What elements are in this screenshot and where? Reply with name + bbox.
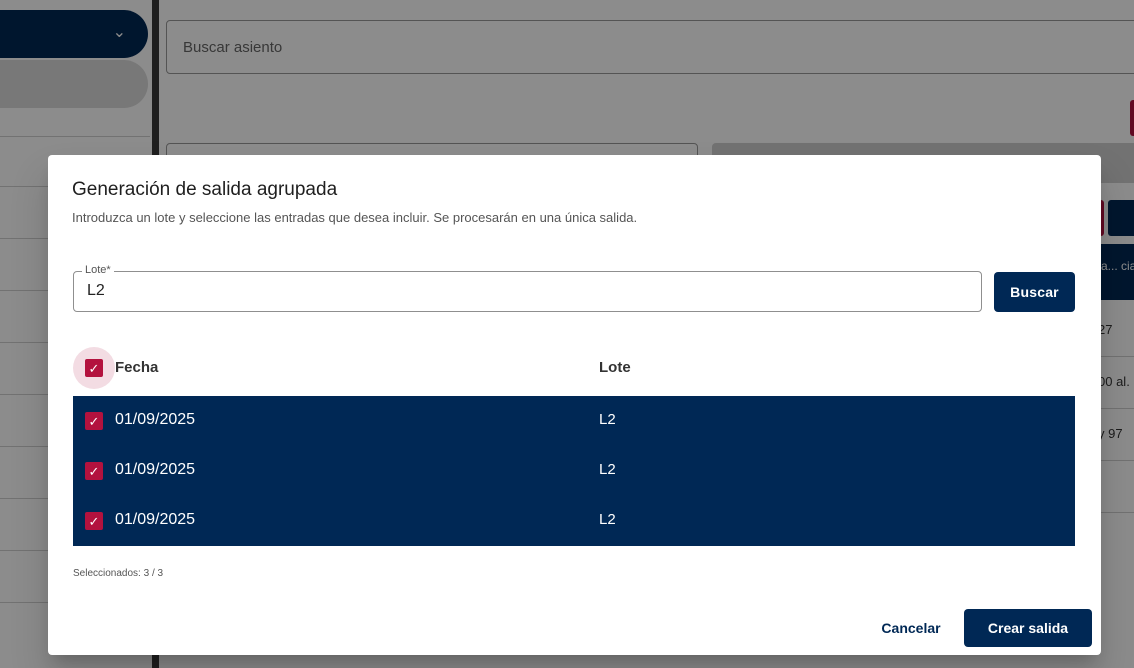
cell-fecha: 01/09/2025 — [115, 511, 196, 528]
create-exit-button[interactable]: Crear salida — [964, 609, 1092, 647]
cancel-button[interactable]: Cancelar — [868, 609, 954, 647]
lote-field-label: Lote* — [82, 264, 114, 276]
select-all-checkbox[interactable]: ✓ — [85, 359, 103, 377]
check-icon: ✓ — [88, 413, 100, 429]
check-icon: ✓ — [88, 463, 100, 479]
table-header: ✓ Fecha Lote — [73, 340, 1075, 396]
row-checkbox[interactable]: ✓ — [85, 412, 103, 430]
entries-table: ✓ Fecha Lote ✓ 01/09/2025 L2 ✓ 01/09/202… — [73, 340, 1075, 546]
cell-fecha: 01/09/2025 — [115, 411, 196, 428]
lote-input[interactable] — [87, 280, 967, 302]
cell-lote: L2 — [599, 461, 616, 478]
column-header-lote[interactable]: Lote — [599, 359, 631, 376]
table-row[interactable]: ✓ 01/09/2025 L2 — [73, 496, 1075, 546]
table-row[interactable]: ✓ 01/09/2025 L2 — [73, 396, 1075, 446]
cell-lote: L2 — [599, 411, 616, 428]
grouped-exit-dialog: Generación de salida agrupada Introduzca… — [48, 155, 1101, 655]
table-row[interactable]: ✓ 01/09/2025 L2 — [73, 446, 1075, 496]
cell-lote: L2 — [599, 511, 616, 528]
selected-counter: Seleccionados: 3 / 3 — [73, 568, 164, 579]
column-header-fecha[interactable]: Fecha — [115, 359, 158, 376]
dialog-subtitle: Introduzca un lote y seleccione las entr… — [72, 210, 638, 225]
check-icon: ✓ — [88, 513, 100, 529]
dialog-title: Generación de salida agrupada — [72, 179, 338, 200]
row-checkbox[interactable]: ✓ — [85, 512, 103, 530]
cell-fecha: 01/09/2025 — [115, 461, 196, 478]
lote-field: Lote* — [73, 264, 982, 312]
search-button[interactable]: Buscar — [994, 272, 1075, 312]
check-icon: ✓ — [88, 360, 100, 376]
row-checkbox[interactable]: ✓ — [85, 462, 103, 480]
